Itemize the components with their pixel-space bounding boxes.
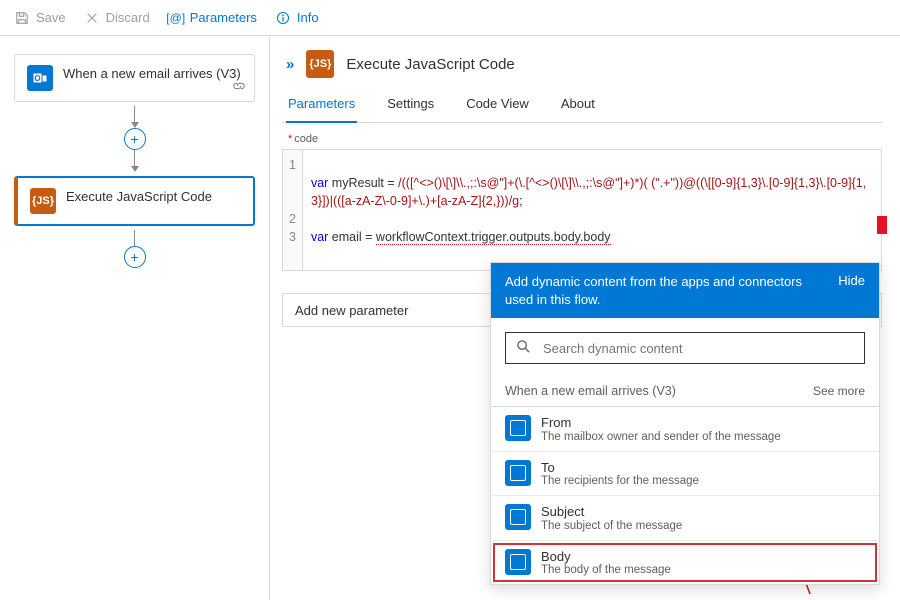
- js-icon: {JS}: [30, 188, 56, 214]
- discard-label: Discard: [106, 10, 150, 25]
- parameters-label: Parameters: [190, 10, 257, 25]
- list-item-body[interactable]: BodyThe body of the message: [491, 541, 879, 585]
- outlook-icon: [505, 549, 531, 575]
- add-parameter-label: Add new parameter: [295, 303, 408, 318]
- parameters-button[interactable]: [@] Parameters: [168, 10, 257, 26]
- outlook-icon: O: [27, 65, 53, 91]
- info-button[interactable]: Info: [275, 10, 319, 26]
- save-icon: [14, 10, 30, 26]
- search-input[interactable]: [541, 340, 854, 357]
- top-toolbar: Save Discard [@] Parameters Info: [0, 0, 900, 36]
- connector-1: +: [14, 106, 255, 172]
- popover-message: Add dynamic content from the apps and co…: [505, 273, 826, 308]
- info-label: Info: [297, 10, 319, 25]
- panel-title: Execute JavaScript Code: [346, 56, 514, 73]
- dynamic-items-list[interactable]: FromThe mailbox owner and sender of the …: [491, 406, 879, 584]
- add-step-button-1[interactable]: +: [124, 128, 146, 150]
- code-editor[interactable]: 1 2 3 var myResult = /(([^<>()\[\]\\.,;:…: [282, 149, 882, 271]
- node-email-trigger[interactable]: O When a new email arrives (V3): [14, 54, 255, 102]
- outlook-icon: [505, 415, 531, 441]
- search-icon: [516, 339, 531, 357]
- error-marker: [877, 216, 887, 234]
- list-item[interactable]: FromThe mailbox owner and sender of the …: [491, 407, 879, 452]
- panel-tabs: Parameters Settings Code View About: [282, 88, 882, 123]
- save-label: Save: [36, 10, 66, 25]
- save-button[interactable]: Save: [14, 10, 66, 26]
- section-title: When a new email arrives (V3): [505, 384, 676, 398]
- add-step-button-2[interactable]: +: [124, 246, 146, 268]
- outlook-icon: [505, 460, 531, 486]
- connector-2: +: [14, 230, 255, 268]
- tab-code-view[interactable]: Code View: [464, 90, 531, 122]
- outlook-icon: [505, 504, 531, 530]
- discard-button[interactable]: Discard: [84, 10, 150, 26]
- svg-text:O: O: [34, 74, 40, 83]
- tab-settings[interactable]: Settings: [385, 90, 436, 122]
- tab-parameters[interactable]: Parameters: [286, 90, 357, 123]
- tab-about[interactable]: About: [559, 90, 597, 122]
- link-icon: [232, 80, 246, 95]
- code-field-label: *code: [282, 123, 900, 149]
- list-item[interactable]: SubjectThe subject of the message: [491, 496, 879, 541]
- parameters-icon: [@]: [168, 10, 184, 26]
- list-item[interactable]: ToThe recipients for the message: [491, 452, 879, 497]
- node-title: When a new email arrives (V3): [63, 65, 241, 83]
- dynamic-content-search[interactable]: [505, 332, 865, 364]
- code-expression: workflowContext.trigger.outputs.body.bod…: [376, 230, 611, 245]
- popover-header: Add dynamic content from the apps and co…: [491, 263, 879, 318]
- code-content[interactable]: var myResult = /(([^<>()\[\]\\.,;:\s@"]+…: [303, 150, 881, 270]
- node-title: Execute JavaScript Code: [66, 188, 212, 206]
- line-gutter: 1 2 3: [283, 150, 303, 270]
- hide-button[interactable]: Hide: [838, 273, 865, 288]
- close-icon: [84, 10, 100, 26]
- dynamic-content-popover: Add dynamic content from the apps and co…: [490, 262, 880, 585]
- collapse-button[interactable]: »: [286, 56, 294, 73]
- info-icon: [275, 10, 291, 26]
- node-execute-js[interactable]: {JS} Execute JavaScript Code: [14, 176, 255, 226]
- see-more-link[interactable]: See more: [813, 384, 865, 398]
- js-icon: {JS}: [306, 50, 334, 78]
- designer-canvas: O When a new email arrives (V3) + {JS} E…: [0, 36, 270, 600]
